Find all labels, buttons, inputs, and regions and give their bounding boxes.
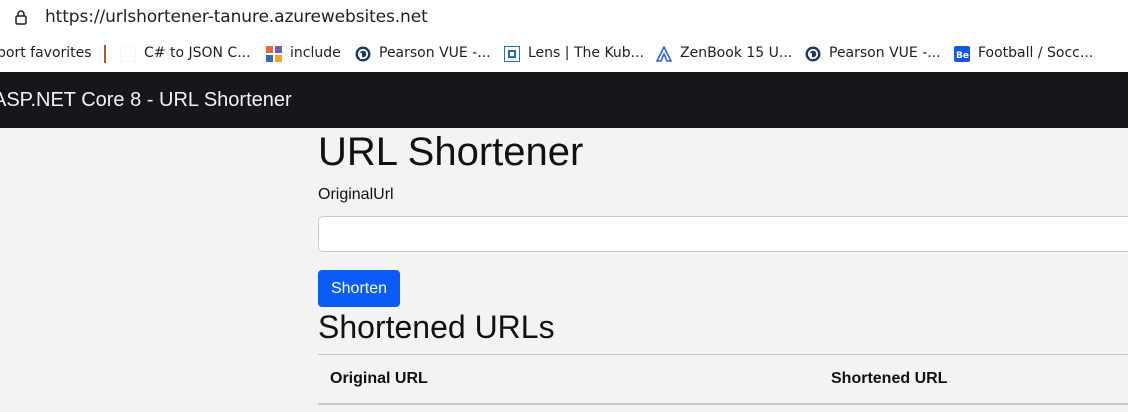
shorten-button[interactable]: Shorten <box>318 270 400 307</box>
page-title: URL Shortener <box>318 130 584 174</box>
bookmark-csharp-to-json[interactable]: C# to JSON C... <box>144 45 251 61</box>
address-bar[interactable]: https://urlshortener-tanure.azurewebsite… <box>0 0 1128 36</box>
behance-icon: Be <box>954 46 970 62</box>
bookmarks-bar: port favorites C# to JSON C... include P… <box>0 36 1128 73</box>
pearson-icon <box>805 46 821 62</box>
bookmark-separator <box>104 45 106 63</box>
bookmark-import-favorites[interactable]: port favorites <box>0 45 92 61</box>
shortened-urls-heading: Shortened URLs <box>318 309 555 345</box>
original-url-label: OriginalUrl <box>318 186 394 203</box>
bookmark-zenbook[interactable]: ZenBook 15 U... <box>680 45 792 61</box>
original-url-input[interactable] <box>318 216 1128 252</box>
table-header-divider <box>318 403 1128 405</box>
bookmark-football-soccer[interactable]: Football / Socc... <box>978 45 1093 61</box>
blank-page-icon <box>120 46 136 62</box>
bookmark-include[interactable]: include <box>290 45 341 61</box>
zenbook-icon <box>656 46 672 62</box>
bookmark-pearson-vue-2[interactable]: Pearson VUE -... <box>829 45 941 61</box>
column-header-original-url: Original URL <box>330 370 428 387</box>
navbar: ASP.NET Core 8 - URL Shortener <box>0 72 1128 128</box>
pearson-icon <box>355 46 371 62</box>
svg-text:Be: Be <box>956 51 969 61</box>
url-text[interactable]: https://urlshortener-tanure.azurewebsite… <box>45 7 428 27</box>
bookmark-pearson-vue-1[interactable]: Pearson VUE -... <box>379 45 491 61</box>
brand-link[interactable]: ASP.NET Core 8 - URL Shortener <box>0 89 292 112</box>
lock-icon <box>15 10 27 25</box>
column-header-shortened-url: Shortened URL <box>831 370 948 387</box>
grid-icon <box>266 46 282 62</box>
bookmark-lens[interactable]: Lens | The Kub... <box>528 45 644 61</box>
lens-icon <box>504 46 520 62</box>
